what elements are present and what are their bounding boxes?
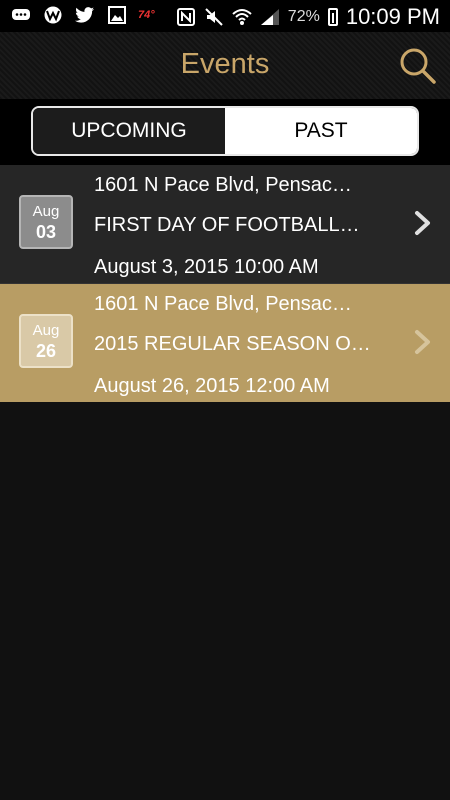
nfc-icon (176, 7, 196, 27)
segmented-control: UPCOMING PAST (31, 106, 419, 156)
temperature-text: 74° (138, 9, 155, 21)
date-badge: Aug 26 (19, 314, 73, 368)
battery-icon (327, 8, 338, 26)
page-title: Events (180, 48, 270, 80)
event-datetime: August 26, 2015 12:00 AM (94, 376, 330, 396)
signal-icon (260, 7, 280, 27)
date-day: 26 (35, 341, 57, 361)
tab-bar: UPCOMING PAST (0, 99, 450, 165)
date-month: Aug (32, 322, 60, 339)
clock: 10:09 PM (345, 4, 440, 29)
w-app-icon (42, 6, 64, 24)
status-bar: 74° 72% 10:09 PM (0, 0, 450, 32)
tab-upcoming[interactable]: UPCOMING (33, 108, 225, 154)
image-icon (106, 6, 128, 24)
chevron-right-icon (415, 330, 430, 354)
date-badge: Aug 03 (19, 195, 73, 249)
chat-icon (10, 6, 32, 24)
search-icon (400, 48, 436, 84)
events-list: Aug 03 1601 N Pace Blvd, Pensac… FIRST D… (0, 165, 450, 402)
list-item[interactable]: Aug 26 1601 N Pace Blvd, Pensac… 2015 RE… (0, 284, 450, 402)
twitter-icon (74, 6, 96, 24)
event-address: 1601 N Pace Blvd, Pensac… (94, 175, 352, 195)
search-button[interactable] (398, 46, 438, 86)
date-day: 03 (35, 222, 57, 242)
app-bar: Events (0, 32, 450, 99)
list-item[interactable]: Aug 03 1601 N Pace Blvd, Pensac… FIRST D… (0, 165, 450, 284)
date-month: Aug (32, 203, 60, 220)
chevron-right-icon (415, 211, 430, 235)
battery-percent: 72% (287, 8, 320, 25)
tab-past[interactable]: PAST (225, 108, 417, 154)
wifi-icon (232, 7, 252, 27)
event-datetime: August 3, 2015 10:00 AM (94, 257, 319, 277)
mute-icon (204, 7, 224, 27)
event-name: 2015 REGULAR SEASON O… (94, 334, 371, 354)
event-address: 1601 N Pace Blvd, Pensac… (94, 294, 352, 314)
event-name: FIRST DAY OF FOOTBALL… (94, 215, 360, 235)
